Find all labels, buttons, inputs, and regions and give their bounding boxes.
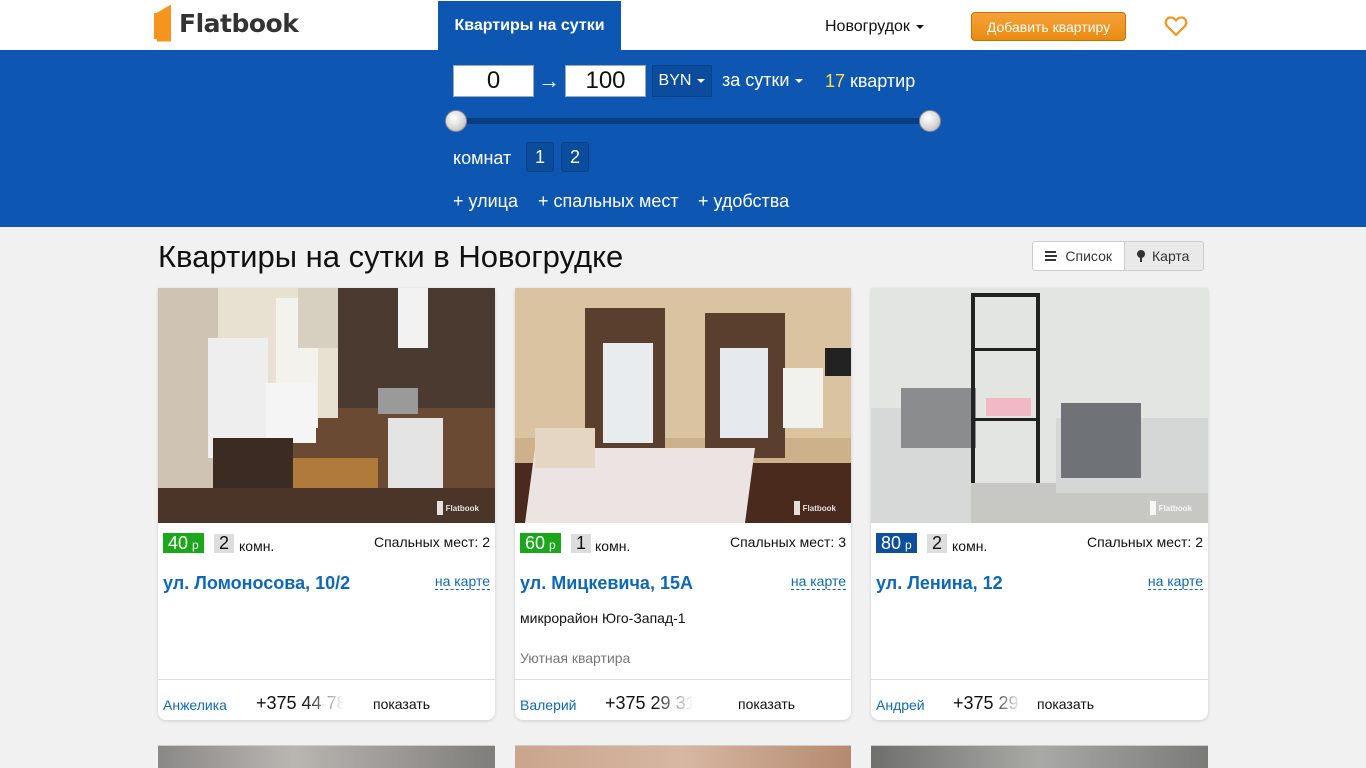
price-badge: 40 р bbox=[163, 533, 204, 553]
price-currency: р bbox=[905, 538, 912, 552]
filter-street-link[interactable]: + улица bbox=[453, 191, 518, 212]
owner-name[interactable]: Валерий bbox=[520, 697, 577, 713]
listing-photo-partial[interactable] bbox=[515, 745, 851, 768]
price-slider-min-handle[interactable] bbox=[445, 110, 467, 132]
listing-card[interactable]: Flatbook 80 р 2 комн. Спальных мест: 2 у… bbox=[871, 288, 1208, 720]
result-count: 17 квартир bbox=[825, 71, 915, 92]
price-slider-max-handle[interactable] bbox=[919, 110, 941, 132]
kitchen-photo bbox=[158, 288, 495, 523]
show-on-map-link[interactable]: на карте bbox=[1147, 574, 1203, 590]
beds-count: Спальных мест: 2 bbox=[1086, 534, 1203, 550]
caret-down-icon bbox=[795, 78, 804, 83]
result-count-number: 17 bbox=[825, 71, 846, 91]
show-phone-button[interactable]: показать bbox=[1037, 696, 1094, 712]
price-min-input[interactable]: 0 bbox=[453, 65, 534, 97]
period-label: за сутки bbox=[722, 70, 790, 90]
caret-down-icon bbox=[915, 25, 924, 29]
period-dropdown[interactable]: за сутки bbox=[722, 70, 804, 91]
rooms-count: 2 bbox=[214, 533, 234, 553]
door-logo-icon bbox=[154, 4, 171, 42]
view-list-button[interactable]: Список bbox=[1032, 241, 1125, 271]
rooms-unit: комн. bbox=[952, 538, 988, 554]
rooms-count: 2 bbox=[927, 533, 947, 553]
heart-icon[interactable] bbox=[1164, 15, 1188, 37]
price-badge: 60 р bbox=[520, 533, 561, 553]
card-footer: Анжелика +375 44 78 показать bbox=[158, 679, 495, 720]
bedroom-photo bbox=[515, 288, 851, 523]
price-value: 40 bbox=[168, 533, 189, 553]
price-badge: 80 р bbox=[876, 533, 917, 553]
top-navbar: Flatbook Квартиры на сутки Новогрудок До… bbox=[0, 0, 1366, 50]
listing-card[interactable]: Flatbook 60 р 1 комн. Спальных мест: 3 у… bbox=[515, 288, 851, 720]
currency-dropdown[interactable]: BYN bbox=[652, 65, 712, 97]
logo-text: Flatbook bbox=[179, 8, 299, 38]
listing-address[interactable]: ул. Ломоносова, 10/2 bbox=[163, 573, 350, 594]
card-footer: Андрей +375 29 показать bbox=[871, 679, 1208, 720]
view-map-label: Карта bbox=[1152, 248, 1190, 264]
price-max-input[interactable]: 100 bbox=[565, 65, 646, 97]
listing-photo-partial[interactable] bbox=[158, 745, 495, 768]
listing-district: микрорайон Юго-Запад-1 bbox=[520, 610, 686, 626]
listing-description: Уютная квартира bbox=[520, 650, 631, 666]
price-slider-track[interactable] bbox=[456, 118, 930, 124]
beds-count: Спальных мест: 2 bbox=[373, 534, 490, 550]
show-on-map-link[interactable]: на карте bbox=[790, 574, 846, 590]
listing-card[interactable]: Flatbook 40 р 2 комн. Спальных мест: 2 у… bbox=[158, 288, 495, 720]
rooms-option-2[interactable]: 2 bbox=[561, 142, 589, 172]
view-list-label: Список bbox=[1065, 248, 1112, 264]
nav-tab-daily-rent[interactable]: Квартиры на сутки bbox=[438, 1, 621, 50]
rooms-label: комнат bbox=[453, 148, 512, 168]
rooms-option-1[interactable]: 1 bbox=[526, 142, 554, 172]
list-icon bbox=[1045, 251, 1058, 261]
listing-photo[interactable]: Flatbook bbox=[158, 288, 495, 523]
view-map-button[interactable]: Карта bbox=[1125, 241, 1204, 271]
filter-panel: 0 → 100 BYN за сутки 17 квартир комнат 1… bbox=[0, 50, 1366, 227]
rooms-unit: комн. bbox=[239, 538, 275, 554]
listing-photo[interactable]: Flatbook bbox=[871, 288, 1208, 523]
price-value: 80 bbox=[881, 533, 902, 553]
phone-number-partial: +375 29 bbox=[953, 693, 1019, 713]
map-pin-icon bbox=[1137, 250, 1145, 262]
view-toggle: Список Карта bbox=[1032, 241, 1204, 271]
logo[interactable]: Flatbook bbox=[154, 4, 299, 42]
listing-photo-partial[interactable] bbox=[871, 745, 1208, 768]
listing-address[interactable]: ул. Мицкевича, 15А bbox=[520, 573, 693, 594]
watermark: Flatbook bbox=[1150, 501, 1192, 515]
price-currency: р bbox=[192, 538, 199, 552]
add-apartment-button[interactable]: Добавить квартиру bbox=[971, 12, 1126, 41]
show-phone-button[interactable]: показать bbox=[373, 696, 430, 712]
phone-number-partial: +375 29 31 bbox=[605, 693, 693, 713]
show-phone-button[interactable]: показать bbox=[738, 696, 795, 712]
owner-name[interactable]: Андрей bbox=[876, 697, 925, 713]
rooms-count: 1 bbox=[571, 533, 591, 553]
caret-down-icon bbox=[697, 79, 706, 83]
watermark: Flatbook bbox=[437, 501, 479, 515]
owner-name[interactable]: Анжелика bbox=[163, 697, 227, 713]
card-footer: Валерий +375 29 31 показать bbox=[515, 679, 851, 720]
listing-address[interactable]: ул. Ленина, 12 bbox=[876, 573, 1003, 594]
city-selector[interactable]: Новогрудок bbox=[825, 18, 924, 36]
show-on-map-link[interactable]: на карте bbox=[434, 574, 490, 590]
filter-beds-link[interactable]: + спальных мест bbox=[538, 191, 679, 212]
page-title: Квартиры на сутки в Новогрудке bbox=[158, 239, 624, 274]
beds-count: Спальных мест: 3 bbox=[729, 534, 846, 550]
price-currency: р bbox=[549, 538, 556, 552]
watermark: Flatbook bbox=[794, 501, 836, 515]
city-label: Новогрудок bbox=[825, 18, 910, 35]
result-count-label: квартир bbox=[850, 71, 916, 91]
listing-photo[interactable]: Flatbook bbox=[515, 288, 851, 523]
rooms-unit: комн. bbox=[595, 538, 631, 554]
phone-number-partial: +375 44 78 bbox=[256, 693, 344, 713]
bedroom-photo bbox=[871, 288, 1208, 523]
range-arrow: → bbox=[538, 68, 560, 93]
filter-amenities-link[interactable]: + удобства bbox=[698, 191, 789, 212]
price-value: 60 bbox=[525, 533, 546, 553]
currency-label: BYN bbox=[658, 72, 692, 89]
